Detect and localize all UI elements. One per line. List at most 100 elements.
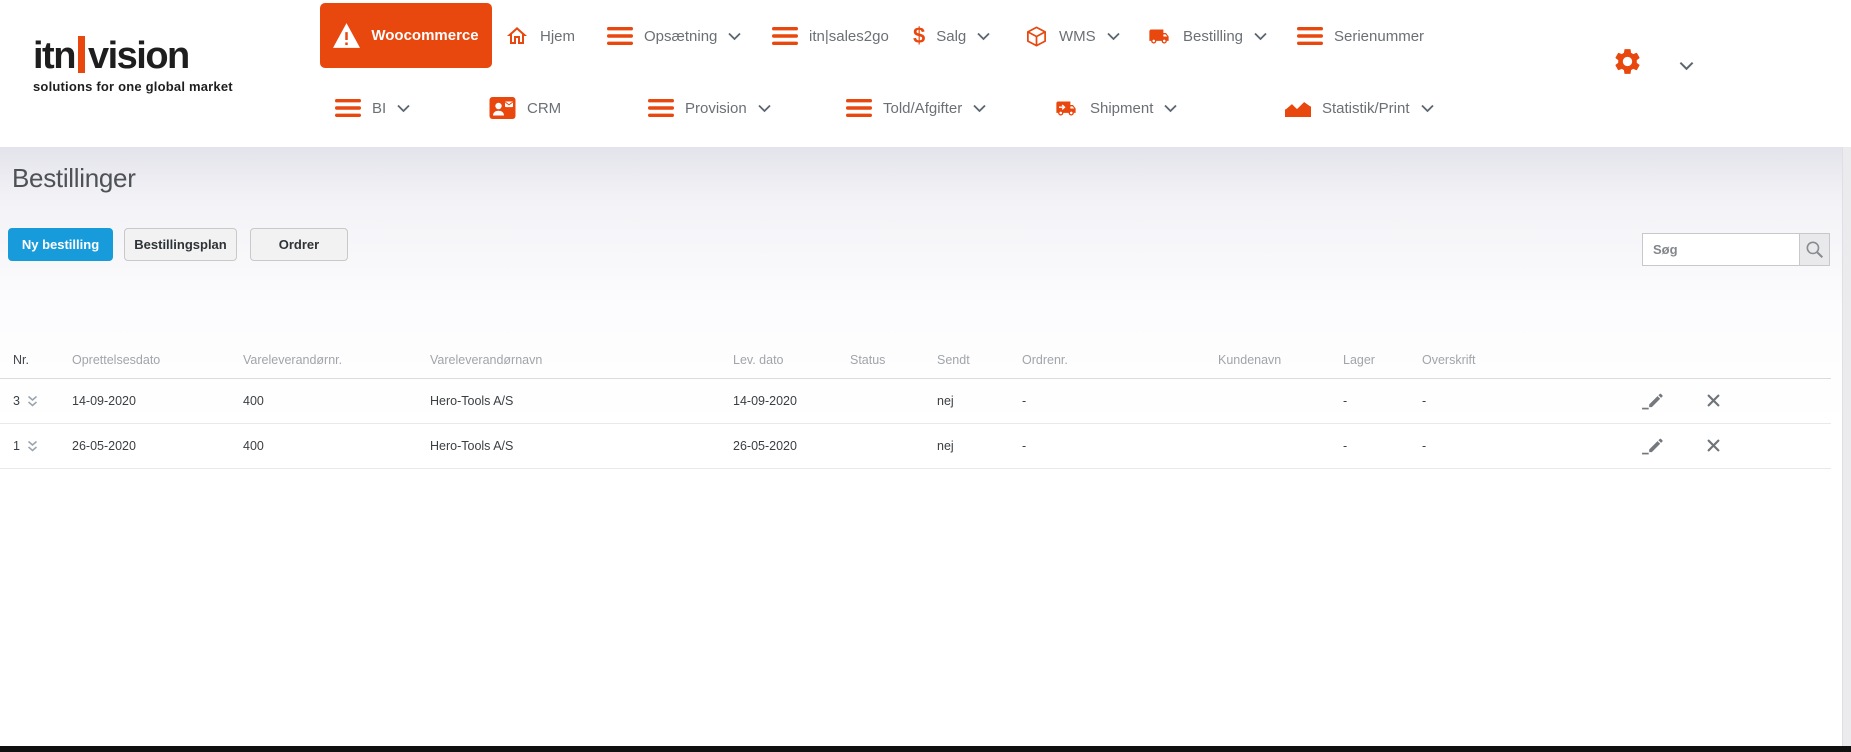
nav-item-bestilling[interactable]: Bestilling	[1146, 19, 1267, 53]
cell-lev-dato: 14-09-2020	[733, 378, 850, 424]
app-screen: itn vision solutions for one global marke…	[0, 0, 1851, 752]
orders-button[interactable]: Ordrer	[250, 228, 348, 261]
pencil-icon	[1642, 393, 1663, 410]
nav-serienummer-label: Serienummer	[1334, 27, 1425, 45]
cell-ordrenr: -	[1022, 423, 1218, 469]
new-order-button[interactable]: Ny bestilling	[8, 228, 113, 261]
cell-lager: -	[1343, 378, 1422, 424]
column-header-actions2	[1705, 348, 1831, 379]
contact-card-icon	[489, 97, 516, 119]
main-content: Bestillinger Ny bestilling Bestillingspl…	[0, 147, 1851, 746]
settings-gear-button[interactable]	[1612, 46, 1643, 82]
nav-item-opsaetning[interactable]: Opsætning	[607, 19, 742, 53]
cell-lager: -	[1343, 423, 1422, 469]
chevron-down-icon	[1107, 32, 1120, 40]
settings-chevron[interactable]	[1679, 58, 1694, 76]
cell-kundenavn	[1218, 423, 1343, 469]
cell-vareleverandornr: 400	[243, 378, 430, 424]
column-header-vareleverandornavn[interactable]: Vareleverandørnavn	[430, 348, 733, 379]
cell-sendt: nej	[937, 378, 1022, 424]
nav-item-provision[interactable]: Provision	[648, 91, 771, 125]
table-row: 3 14-09-2020 400 Hero-Tools A/S 14-09-20…	[0, 378, 1831, 424]
nav-item-crm[interactable]: CRM	[489, 91, 561, 125]
shipping-truck-icon	[1056, 101, 1076, 115]
table-header-row: Nr. Oprettelsesdato Vareleverandørnr. Va…	[0, 348, 1831, 379]
chevron-down-icon	[1164, 104, 1178, 112]
expand-chevron-icon[interactable]	[27, 395, 38, 408]
column-header-status[interactable]: Status	[850, 348, 937, 379]
delete-button[interactable]	[1705, 437, 1722, 454]
package-icon	[1027, 26, 1046, 46]
column-header-lager[interactable]: Lager	[1343, 348, 1422, 379]
column-header-oprettelsesdato[interactable]: Oprettelsesdato	[72, 348, 243, 379]
nav-sales2go-label: itn|sales2go	[809, 27, 889, 45]
hamburger-icon	[335, 99, 361, 117]
nav-item-wms[interactable]: WMS	[1025, 19, 1120, 53]
pencil-icon	[1642, 438, 1663, 455]
dollar-icon: $	[913, 23, 926, 48]
search-button[interactable]	[1799, 234, 1829, 265]
nav-item-told-afgifter[interactable]: Told/Afgifter	[846, 91, 986, 125]
nav-item-hjem[interactable]: Hjem	[505, 19, 575, 53]
brand-logo: itn vision solutions for one global marke…	[33, 36, 233, 94]
nav-bi-label: BI	[372, 99, 387, 117]
nav-hjem-label: Hjem	[540, 27, 576, 45]
orders-table: Nr. Oprettelsesdato Vareleverandørnr. Va…	[0, 348, 1831, 469]
nav-item-statistik-print[interactable]: Statistik/Print	[1285, 91, 1434, 125]
nav-item-bi[interactable]: BI	[335, 91, 410, 125]
nav-salg-label: Salg	[936, 27, 967, 45]
bottom-edge-bar	[0, 746, 1851, 752]
hamburger-icon	[648, 99, 674, 117]
column-header-kundenavn[interactable]: Kundenavn	[1218, 348, 1343, 379]
nav-provision-label: Provision	[685, 99, 747, 117]
expand-chevron-icon[interactable]	[27, 440, 38, 453]
top-navbar: itn vision solutions for one global marke…	[0, 0, 1851, 147]
nav-opsaetning-label: Opsætning	[644, 27, 718, 45]
close-icon	[1707, 439, 1720, 452]
search-icon	[1806, 241, 1824, 259]
column-header-vareleverandornr[interactable]: Vareleverandørnr.	[243, 348, 430, 379]
nav-item-salg[interactable]: $ Salg	[913, 19, 990, 53]
cell-vareleverandornavn: Hero-Tools A/S	[430, 423, 733, 469]
cell-vareleverandornavn: Hero-Tools A/S	[430, 378, 733, 424]
order-nr: 1	[13, 439, 20, 453]
cell-status	[850, 378, 937, 424]
chevron-down-icon	[1254, 32, 1267, 40]
hamburger-icon	[846, 99, 872, 117]
chevron-down-icon	[973, 104, 986, 112]
cell-overskrift: -	[1422, 423, 1640, 469]
cell-lev-dato: 26-05-2020	[733, 423, 850, 469]
nav-item-woocommerce[interactable]: Woocommerce	[320, 3, 492, 68]
nav-crm-label: CRM	[527, 99, 562, 117]
hamburger-icon	[607, 27, 633, 45]
column-header-lev-dato[interactable]: Lev. dato	[733, 348, 850, 379]
edit-button[interactable]	[1640, 434, 1665, 457]
truck-icon	[1149, 29, 1169, 43]
cell-vareleverandornr: 400	[243, 423, 430, 469]
nav-item-shipment[interactable]: Shipment	[1053, 91, 1178, 125]
chevron-down-icon	[1679, 61, 1694, 71]
chevron-down-icon	[1420, 104, 1434, 112]
order-plan-button[interactable]: Bestillingsplan	[124, 228, 237, 261]
brand-logo-divider	[77, 36, 85, 73]
column-header-actions	[1640, 348, 1705, 379]
table-row: 1 26-05-2020 400 Hero-Tools A/S 26-05-20…	[0, 423, 1831, 469]
cell-oprettelsesdato: 26-05-2020	[72, 423, 243, 469]
column-header-overskrift[interactable]: Overskrift	[1422, 348, 1640, 379]
search-input[interactable]	[1643, 234, 1799, 265]
nav-woocommerce-label: Woocommerce	[371, 27, 479, 44]
column-header-sendt[interactable]: Sendt	[937, 348, 1022, 379]
nav-told-afgifter-label: Told/Afgifter	[883, 99, 963, 117]
area-chart-icon	[1285, 99, 1311, 117]
nav-item-serienummer[interactable]: Serienummer	[1297, 19, 1424, 53]
edit-button[interactable]	[1640, 389, 1665, 412]
nav-item-sales2go[interactable]: itn|sales2go	[772, 19, 889, 53]
hamburger-icon	[772, 27, 798, 45]
column-header-ordrenr[interactable]: Ordrenr.	[1022, 348, 1218, 379]
cell-sendt: nej	[937, 423, 1022, 469]
order-nr: 3	[13, 394, 20, 408]
hamburger-icon	[1297, 27, 1323, 45]
column-header-nr[interactable]: Nr.	[0, 348, 72, 379]
chevron-down-icon	[728, 32, 742, 40]
delete-button[interactable]	[1705, 392, 1722, 409]
